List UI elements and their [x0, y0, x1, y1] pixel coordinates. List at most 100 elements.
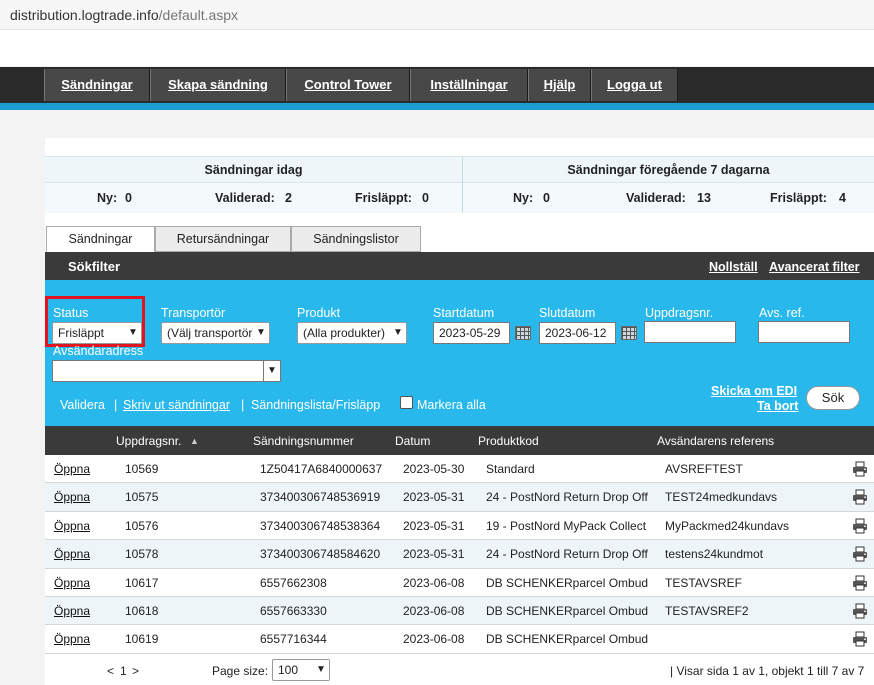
cell-produktkod: DB SCHENKERparcel Ombud [486, 632, 649, 647]
cell-sandningsnummer: 373400306748584620 [260, 547, 381, 562]
address-bar[interactable]: distribution.logtrade.info/default.aspx [0, 0, 874, 30]
printer-icon[interactable] [852, 631, 868, 647]
col-sandningsnummer[interactable]: Sändningsnummer [253, 434, 354, 448]
chevron-down-icon[interactable]: ▼ [263, 360, 281, 382]
nav-installningar[interactable]: Inställningar [410, 69, 528, 101]
last7-validerad-label: Validerad: [626, 191, 686, 205]
delete-link[interactable]: Ta bort [757, 399, 798, 413]
chevron-down-icon: ▼ [253, 323, 269, 343]
product-select[interactable]: (Alla produkter) ▼ [297, 322, 407, 344]
filter-header: Sökfilter Nollställ Avancerat filter [45, 252, 874, 280]
col-avsandarens-referens[interactable]: Avsändarens referens [657, 434, 774, 448]
cell-avsandarens-referens: MyPackmed24kundavs [665, 518, 790, 533]
cell-sandningsnummer: 1Z50417A6840000637 [260, 462, 383, 476]
col-uppdrag[interactable]: Uppdragsnr. [116, 434, 181, 448]
tab-sandningar[interactable]: Sändningar [46, 226, 155, 252]
advanced-filter-link[interactable]: Avancerat filter [769, 260, 860, 274]
open-link[interactable]: Öppna [54, 490, 90, 504]
table-row: Öppna 10617 6557662308 2023-06-08 DB SCHENKE… [45, 569, 874, 597]
calendar-icon[interactable] [515, 326, 531, 340]
separator: | [241, 398, 245, 412]
uppdrag-input[interactable] [644, 321, 736, 343]
printer-icon[interactable] [852, 575, 868, 591]
printer-icon[interactable] [852, 603, 868, 619]
nav-skapa-sandning[interactable]: Skapa sändning [150, 69, 286, 101]
print-shipments-link[interactable]: Skriv ut sändningar [123, 398, 230, 412]
pager-page[interactable]: 1 [120, 664, 127, 678]
open-link[interactable]: Öppna [54, 462, 90, 476]
table-row: Öppna 10575 373400306748536919 2023-05-31 24… [45, 483, 874, 512]
sort-asc-icon[interactable]: ▲ [190, 436, 199, 446]
today-validerad-value: 2 [285, 191, 292, 205]
product-label: Produkt [297, 306, 341, 320]
tab-retursandningar[interactable]: Retursändningar [155, 226, 291, 252]
cell-produktkod: DB SCHENKERparcel Ombud [486, 575, 649, 590]
shipment-list-link[interactable]: Sändningslista/Frisläpp [251, 398, 380, 412]
nav-control-tower[interactable]: Control Tower [286, 69, 410, 101]
cell-sandningsnummer: 6557663330 [260, 604, 327, 618]
pager-info: | Visar sida 1 av 1, objekt 1 till 7 av … [670, 664, 865, 678]
start-date-label: Startdatum [433, 306, 495, 320]
cell-sandningsnummer: 6557716344 [260, 632, 327, 647]
printer-icon[interactable] [852, 546, 868, 562]
printer-icon[interactable] [852, 489, 868, 505]
transporter-value: (Välj transportör) [167, 326, 257, 340]
nav-logga-ut[interactable]: Logga ut [591, 69, 678, 101]
uppdrag-label: Uppdragsnr. [645, 306, 714, 320]
transporter-select[interactable]: (Välj transportör) ▼ [161, 322, 270, 344]
sender-address-input[interactable] [52, 360, 264, 382]
cell-sandningsnummer: 373400306748538364 [260, 518, 381, 533]
page-size-label: Page size: [212, 664, 269, 678]
cell-sandningsnummer: 6557662308 [260, 575, 327, 590]
end-date-input[interactable]: 2023-06-12 [539, 322, 616, 344]
page-size-select[interactable]: 100 ▼ [272, 659, 330, 681]
nav-sandningar[interactable]: Sändningar [44, 69, 150, 101]
cell-sandningsnummer: 373400306748536919 [260, 490, 381, 505]
cell-datum: 2023-06-08 [403, 575, 465, 590]
open-link[interactable]: Öppna [54, 519, 90, 533]
nav-accent-bar [0, 103, 874, 110]
nav-hjalp[interactable]: Hjälp [528, 69, 591, 101]
reset-filter-link[interactable]: Nollställ [709, 260, 758, 274]
printer-icon[interactable] [852, 461, 868, 477]
tab-sandningslistor[interactable]: Sändningslistor [291, 226, 421, 252]
today-frislappt-label: Frisläppt: [355, 191, 412, 205]
pager-next[interactable]: > [132, 664, 139, 678]
resend-edi-link[interactable]: Skicka om EDI [711, 384, 797, 398]
open-link[interactable]: Öppna [54, 547, 90, 561]
cell-datum: 2023-06-08 [403, 604, 465, 618]
open-link[interactable]: Öppna [54, 632, 90, 646]
open-link[interactable]: Öppna [54, 576, 90, 590]
last7-ny-value: 0 [543, 191, 550, 205]
product-value: (Alla produkter) [303, 326, 386, 340]
cell-produktkod: 24 - PostNord Return Drop Off [486, 547, 648, 562]
url-host: distribution.logtrade.info [10, 7, 159, 23]
cell-datum: 2023-05-31 [403, 547, 465, 562]
cell-datum: 2023-06-08 [403, 632, 465, 647]
summary-today: Sändningar idag Ny: 0 Validerad: 2 Frisl… [45, 157, 463, 213]
col-datum[interactable]: Datum [395, 434, 430, 448]
last7-validerad-value: 13 [697, 191, 711, 205]
table-row: Öppna 10569 1Z50417A6840000637 2023-05-30 St… [45, 455, 874, 484]
cell-datum: 2023-05-31 [403, 518, 465, 533]
cell-uppdrag: 10617 [125, 575, 159, 590]
select-all-checkbox[interactable] [400, 396, 413, 409]
pager: < 1 > Page size: 100 ▼ | Visar sida 1 av… [45, 655, 874, 685]
col-produktkod[interactable]: Produktkod [478, 434, 539, 448]
validera-link[interactable]: Validera [60, 398, 105, 412]
cell-avsandarens-referens: testens24kundmot [665, 547, 764, 562]
summary-last7: Sändningar föregående 7 dagarna Ny: 0 Va… [463, 157, 874, 213]
page-top-band [0, 30, 874, 66]
calendar-icon[interactable] [621, 326, 637, 340]
chevron-down-icon: ▼ [390, 323, 406, 343]
cell-uppdrag: 10578 [125, 547, 159, 562]
avsref-input[interactable] [758, 321, 850, 343]
start-date-input[interactable]: 2023-05-29 [433, 322, 510, 344]
pager-prev[interactable]: < [107, 664, 114, 678]
open-link[interactable]: Öppna [54, 604, 90, 618]
printer-icon[interactable] [852, 518, 868, 534]
search-button[interactable]: Sök [806, 386, 860, 410]
table-row: Öppna 10619 6557716344 2023-06-08 DB SCHENKE… [45, 625, 874, 654]
cell-avsandarens-referens: TESTAVSREF2 [665, 604, 749, 618]
highlight-box [45, 296, 145, 347]
